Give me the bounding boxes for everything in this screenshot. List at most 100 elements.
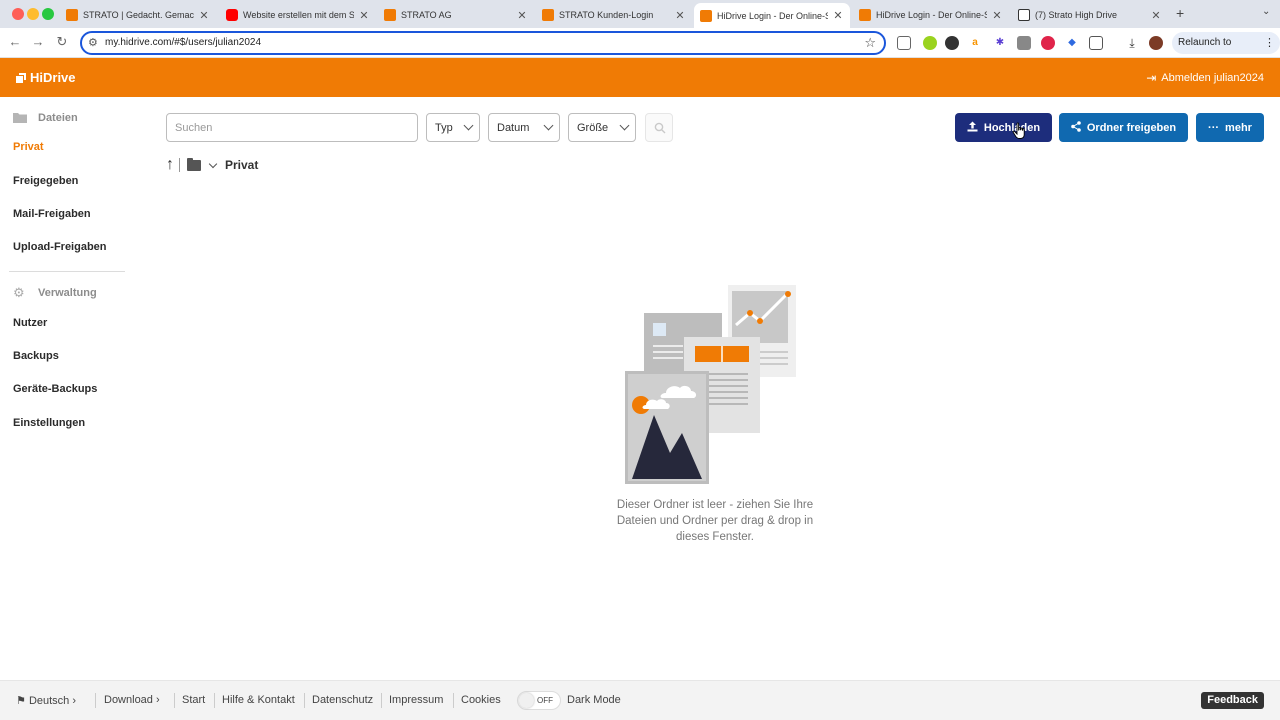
tab-search-chevron-icon[interactable]: ⌄	[1262, 6, 1270, 17]
footer-link-hilfe-kontakt[interactable]: Hilfe & Kontakt	[222, 694, 295, 706]
gear-extension-icon[interactable]: ✱	[993, 36, 1007, 50]
size-filter-dropdown[interactable]: Größe	[568, 113, 636, 142]
browser-toolbar: ← → ↻ ⚙ my.hidrive.com/#$/users/julian20…	[0, 28, 1280, 70]
chevron-down-icon	[463, 120, 474, 131]
new-tab-icon[interactable]: +	[1176, 5, 1184, 21]
screenshot-extension-icon[interactable]	[897, 36, 911, 50]
sidebar-item-backups[interactable]: Backups	[13, 350, 59, 362]
extension-icon[interactable]	[1017, 36, 1031, 50]
upload-icon	[967, 121, 978, 135]
footer-link-impressum[interactable]: Impressum	[389, 694, 443, 706]
logout-button[interactable]: ⇥ Abmelden julian2024	[1146, 71, 1264, 85]
logout-icon: ⇥	[1146, 71, 1157, 85]
close-tab-icon[interactable]: ✕	[358, 9, 370, 22]
type-filter-dropdown[interactable]: Typ	[426, 113, 480, 142]
strato-favicon-icon	[542, 9, 554, 21]
language-selector[interactable]: ⚑ Deutsch ›	[16, 694, 76, 707]
close-tab-icon[interactable]: ✕	[832, 9, 844, 22]
adblock-extension-icon[interactable]	[1041, 36, 1055, 50]
sidebar-item-mail-freigaben[interactable]: Mail-Freigaben	[13, 208, 91, 220]
chevron-down-icon	[619, 120, 630, 131]
search-input[interactable]	[167, 114, 417, 141]
hidrive-logo[interactable]: HiDrive	[15, 70, 76, 85]
close-tab-icon[interactable]: ✕	[1150, 9, 1162, 22]
footer-divider	[381, 693, 382, 708]
browser-tab[interactable]: (7) Strato High Drive ✕	[1012, 4, 1168, 26]
browser-tab[interactable]: STRATO | Gedacht. Gemacht. ✕	[60, 4, 216, 26]
search-button[interactable]	[645, 113, 673, 142]
hidrive-favicon-icon	[700, 9, 712, 22]
feedback-button[interactable]: Feedback	[1201, 692, 1264, 709]
sidebar-item-nutzer[interactable]: Nutzer	[13, 317, 47, 329]
footer-link-datenschutz[interactable]: Datenschutz	[312, 694, 373, 706]
toggle-knob	[519, 693, 534, 708]
date-filter-dropdown[interactable]: Datum	[488, 113, 560, 142]
close-tab-icon[interactable]: ✕	[516, 9, 528, 22]
sidebar-group-admin: ⚙ Verwaltung	[13, 285, 97, 300]
site-settings-icon[interactable]: ⚙	[88, 36, 98, 49]
chevron-down-icon[interactable]	[208, 159, 218, 168]
back-arrow-icon[interactable]: ←	[7, 34, 23, 49]
extensions-puzzle-icon[interactable]	[1089, 36, 1103, 50]
upload-button[interactable]: Hochladen	[955, 113, 1052, 142]
footer-divider	[304, 693, 305, 708]
gear-icon: ⚙	[13, 285, 25, 300]
footer-divider	[453, 693, 454, 708]
close-tab-icon[interactable]: ✕	[674, 9, 686, 22]
footer-link-start[interactable]: Start	[182, 694, 205, 706]
search-icon	[654, 122, 666, 134]
address-bar-url[interactable]: my.hidrive.com/#$/users/julian2024	[105, 37, 261, 48]
browser-tab[interactable]: STRATO AG ✕	[378, 4, 534, 26]
share-folder-button[interactable]: Ordner freigeben	[1059, 113, 1188, 142]
search-field[interactable]	[166, 113, 418, 142]
sidebar-item-upload-freigaben[interactable]: Upload-Freigaben	[13, 241, 107, 253]
relaunch-to-update-button[interactable]: Relaunch to update ⋮	[1172, 32, 1280, 70]
reload-icon[interactable]: ↻	[54, 34, 70, 50]
footer-link-download[interactable]: Download ›	[104, 694, 160, 706]
extension-icon[interactable]	[923, 36, 937, 50]
tag-extension-icon[interactable]: ◆	[1065, 36, 1079, 50]
sidebar-group-files: Dateien	[13, 112, 78, 124]
bookmark-star-icon[interactable]: ☆	[864, 35, 876, 51]
sidebar-item-einstellungen[interactable]: Einstellungen	[13, 417, 85, 429]
share-icon	[1071, 120, 1081, 135]
hand-pointer-cursor-icon	[1012, 122, 1025, 139]
breadcrumb: ↑ Privat	[166, 156, 258, 174]
browser-tab[interactable]: STRATO Kunden-Login ✕	[536, 4, 692, 26]
breadcrumb-divider	[179, 158, 180, 172]
sidebar-item-privat[interactable]: Privat	[13, 141, 44, 153]
download-icon[interactable]: ⤓	[1125, 36, 1139, 50]
close-tab-icon[interactable]: ✕	[198, 9, 210, 22]
profile-avatar[interactable]	[1149, 36, 1163, 50]
forward-arrow-icon[interactable]: →	[30, 34, 46, 49]
more-button[interactable]: ··· mehr	[1196, 113, 1264, 142]
footer-divider	[214, 693, 215, 708]
browser-menu-icon[interactable]: ⋮	[1264, 32, 1275, 54]
flag-icon: ⚑	[16, 695, 26, 707]
dark-mode-toggle[interactable]: OFF	[517, 691, 561, 710]
sidebar-item-freigegeben[interactable]: Freigegeben	[13, 175, 78, 187]
chevron-right-icon: ›	[72, 695, 77, 707]
hidrive-logo-icon	[15, 71, 27, 84]
browser-tab[interactable]: Website erstellen mit dem ST ✕	[220, 4, 376, 26]
close-window-button[interactable]	[12, 8, 24, 20]
minimize-window-button[interactable]	[27, 8, 39, 20]
browser-tab-active[interactable]: HiDrive Login - Der Online-Sp ✕	[694, 3, 850, 28]
browser-tab-strip: STRATO | Gedacht. Gemacht. ✕ Website ers…	[0, 0, 1280, 28]
dark-mode-label: Dark Mode	[567, 694, 621, 706]
strato-favicon-icon	[384, 9, 396, 21]
amazon-extension-icon[interactable]: a	[968, 36, 982, 50]
footer-link-cookies[interactable]: Cookies	[461, 694, 501, 706]
parent-folder-arrow-icon[interactable]: ↑	[166, 157, 174, 173]
extension-icon[interactable]	[945, 36, 959, 50]
address-bar[interactable]: ⚙ my.hidrive.com/#$/users/julian2024 ☆	[80, 31, 886, 55]
app-header: HiDrive ⇥ Abmelden julian2024	[0, 58, 1280, 97]
maximize-window-button[interactable]	[42, 8, 54, 20]
footer-divider	[174, 693, 175, 708]
folder-icon	[187, 157, 201, 171]
sidebar-item-geraete-backups[interactable]: Geräte-Backups	[13, 383, 97, 395]
close-tab-icon[interactable]: ✕	[991, 9, 1003, 22]
more-dots-icon: ···	[1208, 121, 1220, 134]
breadcrumb-current-folder[interactable]: Privat	[225, 158, 258, 172]
browser-tab[interactable]: HiDrive Login - Der Online-Sp ✕	[853, 4, 1009, 26]
